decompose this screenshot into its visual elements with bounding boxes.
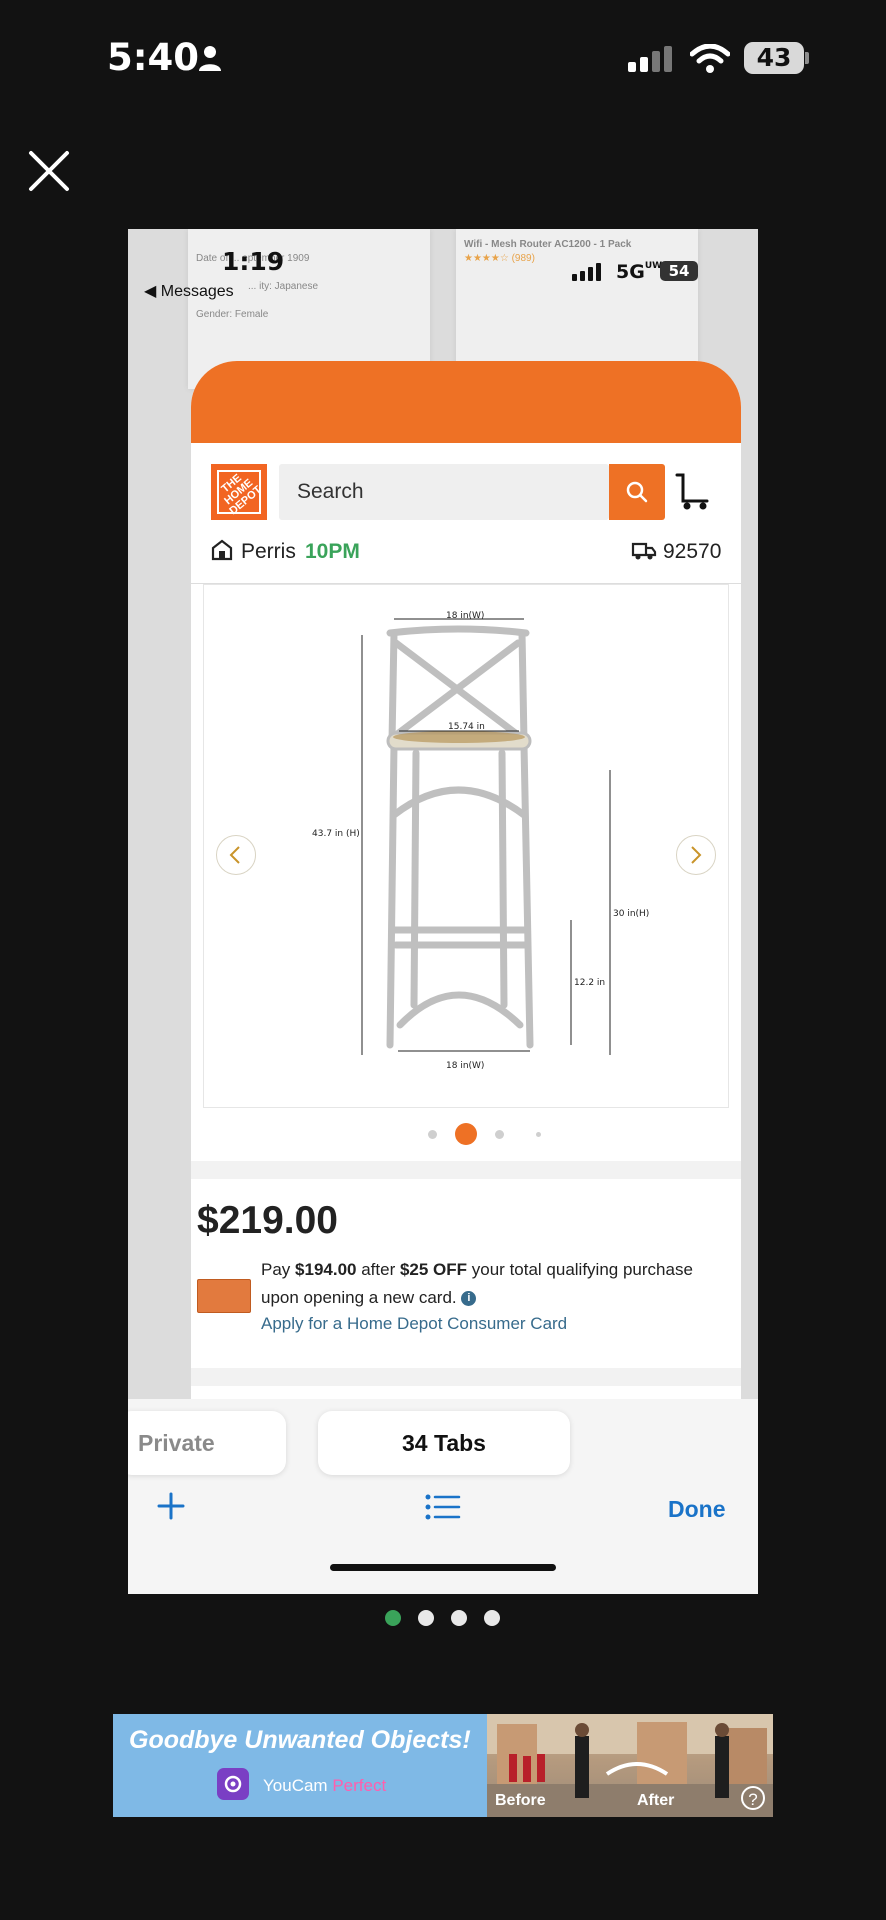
- promo-prefix: Pay: [261, 1260, 296, 1279]
- search-input[interactable]: Search: [279, 464, 609, 520]
- search-icon: [626, 481, 648, 503]
- home-depot-tab[interactable]: THE HOME DEPOT Search Perris 10PM 92570: [191, 361, 741, 1511]
- camera-lens-icon: [224, 1775, 242, 1793]
- advertisement-banner[interactable]: Goodbye Unwanted Objects! YouCam Perfect…: [113, 1714, 773, 1817]
- store-hours: 10PM: [305, 540, 360, 563]
- product-image-carousel[interactable]: 18 in(W) 15.74 in 43.7 in (H) 30 in(H) 1…: [203, 584, 729, 1108]
- credit-card-image: [197, 1279, 251, 1313]
- inner-status-time: 1:19: [222, 247, 285, 276]
- carousel-dot[interactable]: [495, 1130, 504, 1139]
- dim-total-height: 43.7 in (H): [312, 829, 360, 839]
- ad-before-label: Before: [495, 1792, 546, 1809]
- tab-text-line: ★★★★☆ (989): [464, 253, 535, 264]
- carousel-dots: [191, 1121, 741, 1147]
- tab-text-line: Wifi - Mesh Router AC1200 - 1 Pack: [464, 239, 632, 250]
- carousel-next-button[interactable]: [676, 835, 716, 875]
- info-icon[interactable]: i: [461, 1291, 477, 1307]
- delivery-zip[interactable]: 92570: [663, 540, 721, 564]
- chevron-right-icon: [691, 846, 702, 864]
- inner-signal-icon: [572, 263, 601, 281]
- home-depot-logo[interactable]: THE HOME DEPOT: [211, 464, 267, 520]
- page-dot[interactable]: [451, 1610, 467, 1626]
- cart-icon[interactable]: [675, 471, 711, 511]
- page-dot[interactable]: [484, 1610, 500, 1626]
- status-time: 5:40: [107, 36, 200, 79]
- chevron-left-icon: [229, 846, 240, 864]
- battery-nub: [805, 52, 809, 64]
- promo-middle: after: [356, 1260, 400, 1279]
- network-type: 5G: [616, 261, 645, 283]
- done-button[interactable]: Done: [668, 1496, 726, 1523]
- youcam-app-icon: [217, 1768, 249, 1800]
- page-dot[interactable]: [418, 1610, 434, 1626]
- product-price: $219.00: [197, 1199, 338, 1242]
- person-icon: [199, 46, 221, 71]
- bar-stool-image: [361, 618, 611, 1055]
- promo-price: $194.00: [295, 1260, 357, 1279]
- promo-discount: $25 OFF: [399, 1260, 468, 1279]
- cellular-signal-icon: [628, 46, 672, 72]
- ad-brand: YouCam Perfect: [263, 1776, 386, 1796]
- private-label: Private: [138, 1430, 215, 1456]
- carousel-dot[interactable]: [536, 1132, 541, 1137]
- tab-list-icon[interactable]: [425, 1494, 461, 1520]
- new-tab-plus-icon[interactable]: [156, 1491, 186, 1521]
- carousel-dot[interactable]: [428, 1130, 437, 1139]
- ad-headline: Goodbye Unwanted Objects!: [129, 1726, 471, 1754]
- store-icon: [211, 539, 233, 561]
- battery-indicator: 43: [744, 42, 804, 74]
- tab-text-line: Gender: Female: [196, 309, 269, 320]
- orange-header: [191, 361, 741, 443]
- delivery-truck-icon: [631, 542, 657, 560]
- card-promo-text: Pay $194.00 after $25 OFF your total qua…: [261, 1256, 731, 1312]
- dim-top-width: 18 in(W): [446, 611, 485, 621]
- screenshot-preview[interactable]: Date of ... eptember 1909 ... ity: Japan…: [128, 229, 758, 1594]
- tab-count-button[interactable]: 34 Tabs: [318, 1411, 570, 1475]
- section-separator: [191, 1368, 741, 1386]
- private-tabs-button[interactable]: Private: [128, 1411, 286, 1475]
- dim-seat-width: 15.74 in: [448, 722, 485, 732]
- close-button[interactable]: [28, 150, 70, 192]
- section-separator: [191, 1161, 741, 1179]
- store-name[interactable]: Perris: [241, 540, 296, 564]
- tab-text-line: ... ity: Japanese: [248, 281, 319, 292]
- ad-info-button[interactable]: ?: [741, 1786, 765, 1810]
- search-button[interactable]: [609, 464, 665, 520]
- ad-after-label: After: [637, 1792, 675, 1809]
- ad-brand-accent: Perfect: [332, 1776, 387, 1795]
- search-placeholder: Search: [297, 480, 364, 503]
- dim-seat-height: 30 in(H): [613, 909, 650, 919]
- wifi-icon: [690, 44, 730, 73]
- logo-text: THE HOME DEPOT: [219, 471, 265, 517]
- tab-count-label: 34 Tabs: [402, 1430, 486, 1456]
- apply-card-link[interactable]: Apply for a Home Depot Consumer Card: [261, 1314, 567, 1334]
- back-to-messages[interactable]: ◀ Messages: [144, 281, 234, 301]
- carousel-prev-button[interactable]: [216, 835, 256, 875]
- dim-footrest-height: 12.2 in: [574, 978, 606, 988]
- page-dot-active[interactable]: [385, 1610, 401, 1626]
- safari-tab-bar: Private 34 Tabs Done: [128, 1399, 758, 1594]
- carousel-dot-active[interactable]: [455, 1123, 477, 1145]
- home-indicator[interactable]: [330, 1564, 556, 1571]
- ad-brand-main: YouCam: [263, 1776, 328, 1795]
- inner-battery-indicator: 54: [660, 261, 698, 281]
- dim-bottom-width: 18 in(W): [446, 1061, 485, 1071]
- inner-network-label: 5GUW: [616, 261, 662, 283]
